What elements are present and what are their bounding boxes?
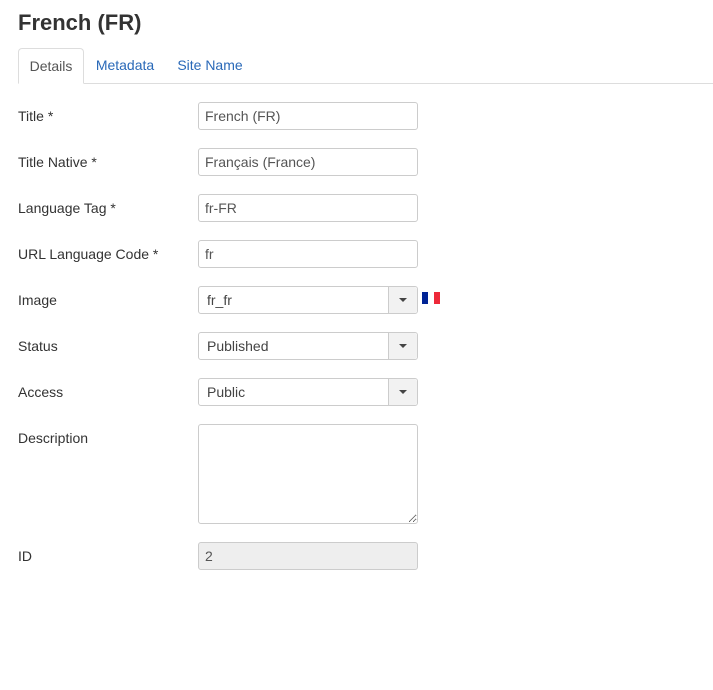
access-select[interactable]: Public [198,378,418,406]
tab-details[interactable]: Details [18,48,84,84]
tab-metadata[interactable]: Metadata [90,48,160,83]
title-input[interactable] [198,102,418,130]
status-select-value: Published [207,338,269,354]
access-label: Access [18,384,64,400]
chevron-down-icon [399,390,407,394]
language-tag-label: Language Tag * [18,200,116,216]
url-language-code-input[interactable] [198,240,418,268]
image-select[interactable]: fr_fr [198,286,418,314]
title-label: Title * [18,108,54,124]
title-native-label: Title Native * [18,154,97,170]
url-language-code-label: URL Language Code * [18,246,159,262]
description-label: Description [18,430,89,446]
access-select-value: Public [207,384,246,400]
tab-bar: Details Metadata Site Name [18,48,713,84]
id-label: ID [18,548,32,564]
access-select-toggle[interactable] [388,379,417,405]
image-label: Image [18,292,57,308]
tab-site-name[interactable]: Site Name [172,48,248,83]
chevron-down-icon [399,298,407,302]
image-select-value: fr_fr [207,292,232,308]
page-title: French (FR) [18,10,142,35]
chevron-down-icon [399,344,407,348]
description-textarea[interactable] [198,424,418,524]
status-select[interactable]: Published [198,332,418,360]
title-native-input[interactable] [198,148,418,176]
status-label: Status [18,338,58,354]
id-field [198,542,418,570]
image-select-toggle[interactable] [388,287,417,313]
flag-fr-icon [422,292,440,304]
language-tag-input[interactable] [198,194,418,222]
status-select-toggle[interactable] [388,333,417,359]
